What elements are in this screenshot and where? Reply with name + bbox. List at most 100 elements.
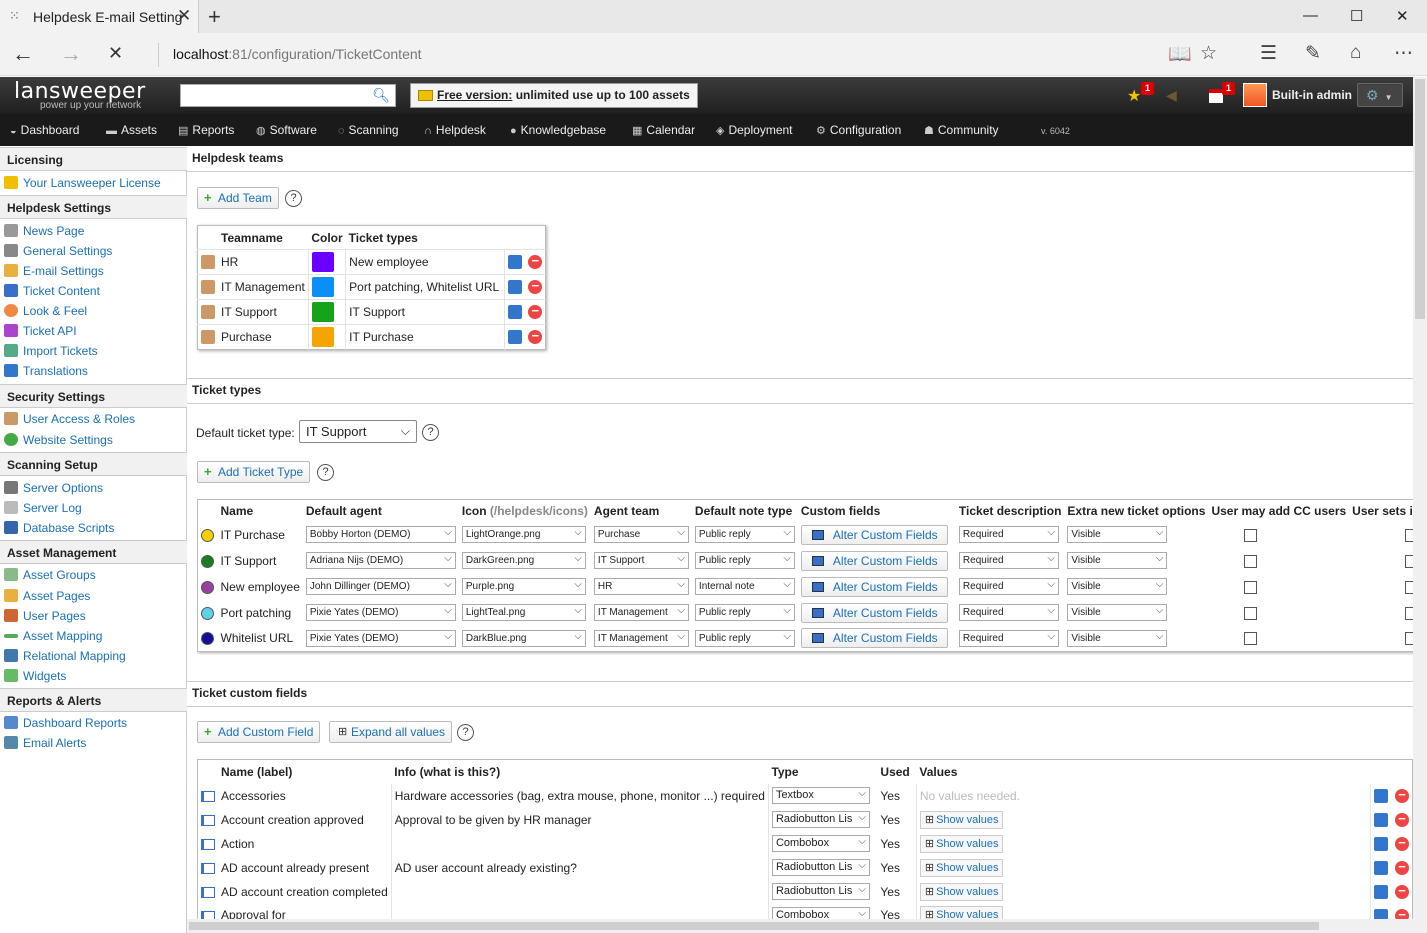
alter-custom-fields-button[interactable]: Alter Custom Fields (800, 524, 948, 545)
translate-icon[interactable] (508, 255, 523, 270)
search-input[interactable]: 🔍︎ (180, 84, 396, 107)
field-type-select[interactable]: Combobox (771, 906, 870, 919)
nav-reports[interactable]: ▤ Reports (178, 123, 234, 137)
note-type-select[interactable]: Public reply (694, 629, 795, 647)
sidebar-item-database-scripts[interactable]: Database Scripts (0, 518, 187, 538)
agent-team-select[interactable]: IT Management (593, 603, 689, 621)
expand-all-values-button[interactable]: ⊞ Expand all values (329, 721, 453, 743)
minimize-icon[interactable]: — (1303, 7, 1318, 24)
delete-icon[interactable]: − (1395, 908, 1409, 919)
delete-icon[interactable]: − (1395, 884, 1409, 899)
close-tab-icon[interactable]: ✕ (177, 6, 191, 26)
field-type-select[interactable]: Combobox (771, 834, 870, 852)
free-version-banner[interactable]: Free version: unlimited use up to 100 as… (410, 83, 698, 108)
user-sets-init-checkbox[interactable] (1405, 554, 1413, 568)
cc-users-checkbox[interactable] (1243, 580, 1257, 594)
icon-select[interactable]: LightOrange.png (461, 525, 586, 543)
new-tab-icon[interactable]: + (208, 4, 221, 30)
note-type-select[interactable]: Public reply (694, 551, 795, 569)
delete-icon[interactable]: − (528, 279, 543, 295)
field-type-select[interactable]: Radiobutton Lis (771, 858, 870, 876)
delete-icon[interactable]: − (1395, 812, 1409, 827)
forward-icon[interactable]: → (60, 41, 82, 67)
default-agent-select[interactable]: Bobby Horton (DEMO) (305, 525, 456, 543)
show-values-button[interactable]: ⊞ Show values (919, 810, 1004, 829)
ticket-description-select[interactable]: Required (958, 577, 1059, 595)
sidebar-item-import-tickets[interactable]: Import Tickets (0, 341, 187, 361)
cc-users-checkbox[interactable] (1243, 554, 1257, 568)
sidebar-item-website-settings[interactable]: Website Settings (0, 430, 187, 450)
extra-options-select[interactable]: Visible (1067, 525, 1168, 543)
delete-icon[interactable]: − (1395, 860, 1409, 875)
maximize-icon[interactable]: ☐ (1350, 7, 1363, 25)
icon-select[interactable]: LightTeal.png (461, 603, 586, 621)
cc-users-checkbox[interactable] (1243, 606, 1257, 620)
show-values-button[interactable]: ⊞ Show values (919, 834, 1004, 853)
agent-team-select[interactable]: IT Support (593, 551, 689, 569)
extra-options-select[interactable]: Visible (1067, 629, 1168, 647)
sidebar-item-ticket-api[interactable]: Ticket API (0, 321, 187, 341)
alter-custom-fields-button[interactable]: Alter Custom Fields (800, 602, 948, 623)
translate-icon[interactable] (1373, 908, 1388, 919)
nav-dashboard[interactable]: ◒ Dashboard (10, 123, 79, 137)
nav-assets[interactable]: ▬ Assets (106, 123, 157, 137)
reading-view-icon[interactable]: 📖 (1168, 42, 1192, 66)
add-team-button[interactable]: + Add Team (197, 187, 279, 209)
sidebar-item-email-settings[interactable]: E-mail Settings (0, 261, 187, 281)
tag-icon[interactable]: ◀ (1166, 87, 1182, 103)
browser-tab[interactable]: ⁙ Helpdesk E-mail Setting ✕ (0, 0, 199, 33)
sidebar-item-relational-mapping[interactable]: Relational Mapping (0, 646, 187, 666)
default-agent-select[interactable]: Adriana Nijs (DEMO) (305, 551, 456, 569)
share-icon[interactable]: ⌂ (1350, 42, 1361, 64)
favorite-star-icon[interactable]: ☆ (1200, 42, 1217, 65)
search-icon[interactable]: 🔍︎ (372, 87, 390, 104)
user-name[interactable]: Built-in admin (1272, 88, 1352, 102)
nav-configuration[interactable]: ⚙ Configuration (816, 123, 901, 137)
settings-menu-button[interactable]: ⚙ ▼ (1357, 83, 1403, 107)
show-values-button[interactable]: ⊞ Show values (919, 906, 1004, 919)
scrollbar-thumb[interactable] (1415, 79, 1425, 319)
delete-icon[interactable]: − (528, 304, 543, 320)
horizontal-scrollbar[interactable] (187, 919, 1413, 933)
delete-icon[interactable]: − (1395, 788, 1409, 803)
nav-scanning[interactable]: ◌ Scanning (338, 123, 399, 137)
default-agent-select[interactable]: Pixie Yates (DEMO) (305, 603, 456, 621)
sidebar-item-look-feel[interactable]: Look & Feel (0, 301, 187, 321)
ticket-description-select[interactable]: Required (958, 551, 1059, 569)
agent-team-select[interactable]: IT Management (593, 629, 689, 647)
stop-icon[interactable]: ✕ (108, 43, 123, 64)
sidebar-item-user-pages[interactable]: User Pages (0, 606, 187, 626)
extra-options-select[interactable]: Visible (1067, 603, 1168, 621)
sidebar-item-server-options[interactable]: Server Options (0, 478, 187, 498)
translate-icon[interactable] (1373, 812, 1388, 827)
hub-icon[interactable]: ☰ (1260, 42, 1277, 65)
delete-icon[interactable]: − (528, 254, 543, 270)
web-note-icon[interactable]: ✎ (1305, 42, 1321, 65)
nav-community[interactable]: ☗ Community (924, 123, 999, 137)
sidebar-item-translations[interactable]: Translations (0, 361, 187, 381)
sidebar-item-ticket-content[interactable]: Ticket Content (0, 281, 187, 301)
show-values-button[interactable]: ⊞ Show values (919, 882, 1004, 901)
translate-icon[interactable] (1373, 884, 1388, 899)
field-type-select[interactable]: Radiobutton Lis (771, 810, 870, 828)
add-ticket-type-button[interactable]: + Add Ticket Type (197, 461, 311, 483)
calendar-icon[interactable] (1209, 89, 1223, 103)
sidebar-item-user-access[interactable]: User Access & Roles (0, 409, 187, 429)
agent-team-select[interactable]: Purchase (593, 525, 689, 543)
add-custom-field-button[interactable]: + Add Custom Field (197, 721, 321, 743)
alter-custom-fields-button[interactable]: Alter Custom Fields (800, 628, 948, 649)
nav-calendar[interactable]: ▦ Calendar (632, 123, 695, 137)
help-icon[interactable]: ? (317, 464, 334, 481)
nav-knowledgebase[interactable]: ● Knowledgebase (510, 123, 606, 137)
default-agent-select[interactable]: Pixie Yates (DEMO) (305, 629, 456, 647)
nav-helpdesk[interactable]: ∩ Helpdesk (424, 123, 486, 137)
show-values-button[interactable]: ⊞ Show values (919, 858, 1004, 877)
vertical-scrollbar[interactable] (1413, 77, 1427, 933)
free-version-link[interactable]: Free version: (437, 88, 512, 102)
user-sets-init-checkbox[interactable] (1405, 580, 1413, 594)
more-icon[interactable]: ⋯ (1394, 42, 1413, 65)
help-icon[interactable]: ? (457, 724, 474, 741)
sidebar-item-email-alerts[interactable]: Email Alerts (0, 733, 187, 753)
ticket-description-select[interactable]: Required (958, 603, 1059, 621)
delete-icon[interactable]: − (528, 329, 543, 345)
